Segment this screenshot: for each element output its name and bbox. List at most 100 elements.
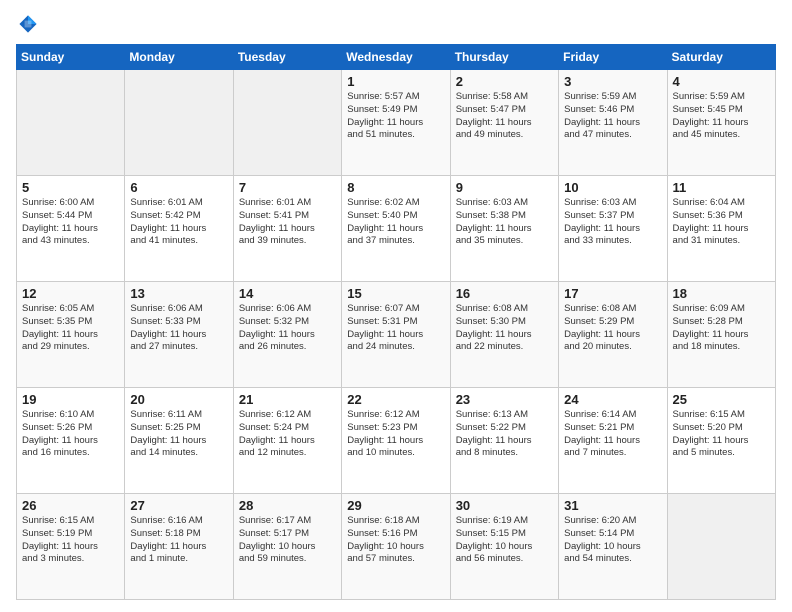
calendar-table: SundayMondayTuesdayWednesdayThursdayFrid…	[16, 44, 776, 600]
cell-info: Sunrise: 6:11 AM Sunset: 5:25 PM Dayligh…	[130, 409, 227, 460]
day-number: 7	[239, 180, 336, 195]
calendar-cell: 7 Sunrise: 6:01 AM Sunset: 5:41 PM Daylig…	[233, 176, 341, 282]
cell-info: Sunrise: 6:17 AM Sunset: 5:17 PM Dayligh…	[239, 515, 336, 566]
calendar-cell: 16Sunrise: 6:08 AM Sunset: 5:30 PM Dayli…	[450, 282, 558, 388]
day-number: 12	[22, 286, 119, 301]
calendar-cell: 19Sunrise: 6:10 AM Sunset: 5:26 PM Dayli…	[17, 388, 125, 494]
weekday-header-thursday: Thursday	[450, 45, 558, 70]
day-number: 6	[130, 180, 227, 195]
cell-info: Sunrise: 6:12 AM Sunset: 5:24 PM Dayligh…	[239, 409, 336, 460]
cell-info: Sunrise: 6:07 AM Sunset: 5:31 PM Dayligh…	[347, 303, 444, 354]
day-number: 17	[564, 286, 661, 301]
calendar-week-row: 5 Sunrise: 6:00 AM Sunset: 5:44 PM Daylig…	[17, 176, 776, 282]
day-number: 18	[673, 286, 770, 301]
cell-info: Sunrise: 6:14 AM Sunset: 5:21 PM Dayligh…	[564, 409, 661, 460]
weekday-header-wednesday: Wednesday	[342, 45, 450, 70]
cell-info: Sunrise: 6:00 AM Sunset: 5:44 PM Dayligh…	[22, 197, 119, 248]
cell-info: Sunrise: 6:12 AM Sunset: 5:23 PM Dayligh…	[347, 409, 444, 460]
day-number: 13	[130, 286, 227, 301]
calendar-cell: 6 Sunrise: 6:01 AM Sunset: 5:42 PM Daylig…	[125, 176, 233, 282]
cell-info: Sunrise: 6:08 AM Sunset: 5:29 PM Dayligh…	[564, 303, 661, 354]
cell-info: Sunrise: 5:58 AM Sunset: 5:47 PM Dayligh…	[456, 91, 553, 142]
calendar-cell: 1 Sunrise: 5:57 AM Sunset: 5:49 PM Daylig…	[342, 70, 450, 176]
calendar-cell	[667, 494, 775, 600]
cell-info: Sunrise: 6:18 AM Sunset: 5:16 PM Dayligh…	[347, 515, 444, 566]
day-number: 5	[22, 180, 119, 195]
day-number: 16	[456, 286, 553, 301]
day-number: 24	[564, 392, 661, 407]
day-number: 22	[347, 392, 444, 407]
cell-info: Sunrise: 6:06 AM Sunset: 5:33 PM Dayligh…	[130, 303, 227, 354]
calendar-cell: 5 Sunrise: 6:00 AM Sunset: 5:44 PM Daylig…	[17, 176, 125, 282]
calendar-week-row: 1 Sunrise: 5:57 AM Sunset: 5:49 PM Daylig…	[17, 70, 776, 176]
day-number: 21	[239, 392, 336, 407]
cell-info: Sunrise: 6:15 AM Sunset: 5:20 PM Dayligh…	[673, 409, 770, 460]
day-number: 10	[564, 180, 661, 195]
day-number: 25	[673, 392, 770, 407]
day-number: 3	[564, 74, 661, 89]
calendar-cell: 25 Sunrise: 6:15 AM Sunset: 5:20 PM Dayli…	[667, 388, 775, 494]
cell-info: Sunrise: 5:59 AM Sunset: 5:45 PM Dayligh…	[673, 91, 770, 142]
weekday-header-row: SundayMondayTuesdayWednesdayThursdayFrid…	[17, 45, 776, 70]
calendar-cell: 31Sunrise: 6:20 AM Sunset: 5:14 PM Dayli…	[559, 494, 667, 600]
calendar-cell: 29 Sunrise: 6:18 AM Sunset: 5:16 PM Dayli…	[342, 494, 450, 600]
day-number: 9	[456, 180, 553, 195]
day-number: 20	[130, 392, 227, 407]
day-number: 4	[673, 74, 770, 89]
calendar-week-row: 19Sunrise: 6:10 AM Sunset: 5:26 PM Dayli…	[17, 388, 776, 494]
day-number: 14	[239, 286, 336, 301]
calendar-cell: 3 Sunrise: 5:59 AM Sunset: 5:46 PM Daylig…	[559, 70, 667, 176]
calendar-cell	[17, 70, 125, 176]
day-number: 19	[22, 392, 119, 407]
weekday-header-friday: Friday	[559, 45, 667, 70]
calendar-cell: 11 Sunrise: 6:04 AM Sunset: 5:36 PM Dayli…	[667, 176, 775, 282]
calendar-cell: 30 Sunrise: 6:19 AM Sunset: 5:15 PM Dayli…	[450, 494, 558, 600]
calendar-cell: 26Sunrise: 6:15 AM Sunset: 5:19 PM Dayli…	[17, 494, 125, 600]
calendar-cell: 9 Sunrise: 6:03 AM Sunset: 5:38 PM Daylig…	[450, 176, 558, 282]
calendar-cell: 18Sunrise: 6:09 AM Sunset: 5:28 PM Dayli…	[667, 282, 775, 388]
day-number: 28	[239, 498, 336, 513]
cell-info: Sunrise: 6:03 AM Sunset: 5:38 PM Dayligh…	[456, 197, 553, 248]
calendar-cell: 15Sunrise: 6:07 AM Sunset: 5:31 PM Dayli…	[342, 282, 450, 388]
day-number: 1	[347, 74, 444, 89]
calendar-week-row: 12 Sunrise: 6:05 AM Sunset: 5:35 PM Dayli…	[17, 282, 776, 388]
calendar-cell: 24 Sunrise: 6:14 AM Sunset: 5:21 PM Dayli…	[559, 388, 667, 494]
calendar-cell: 17 Sunrise: 6:08 AM Sunset: 5:29 PM Dayli…	[559, 282, 667, 388]
logo-icon	[16, 12, 40, 36]
weekday-header-monday: Monday	[125, 45, 233, 70]
calendar-cell: 8 Sunrise: 6:02 AM Sunset: 5:40 PM Daylig…	[342, 176, 450, 282]
day-number: 29	[347, 498, 444, 513]
calendar-cell: 14 Sunrise: 6:06 AM Sunset: 5:32 PM Dayli…	[233, 282, 341, 388]
cell-info: Sunrise: 6:15 AM Sunset: 5:19 PM Dayligh…	[22, 515, 119, 566]
cell-info: Sunrise: 6:16 AM Sunset: 5:18 PM Dayligh…	[130, 515, 227, 566]
calendar-cell: 27Sunrise: 6:16 AM Sunset: 5:18 PM Dayli…	[125, 494, 233, 600]
cell-info: Sunrise: 6:02 AM Sunset: 5:40 PM Dayligh…	[347, 197, 444, 248]
calendar-cell	[125, 70, 233, 176]
weekday-header-saturday: Saturday	[667, 45, 775, 70]
calendar-week-row: 26Sunrise: 6:15 AM Sunset: 5:19 PM Dayli…	[17, 494, 776, 600]
calendar-cell: 2 Sunrise: 5:58 AM Sunset: 5:47 PM Daylig…	[450, 70, 558, 176]
weekday-header-tuesday: Tuesday	[233, 45, 341, 70]
day-number: 31	[564, 498, 661, 513]
cell-info: Sunrise: 6:06 AM Sunset: 5:32 PM Dayligh…	[239, 303, 336, 354]
cell-info: Sunrise: 6:01 AM Sunset: 5:42 PM Dayligh…	[130, 197, 227, 248]
calendar-cell: 4 Sunrise: 5:59 AM Sunset: 5:45 PM Daylig…	[667, 70, 775, 176]
logo	[16, 12, 44, 36]
day-number: 11	[673, 180, 770, 195]
cell-info: Sunrise: 5:57 AM Sunset: 5:49 PM Dayligh…	[347, 91, 444, 142]
cell-info: Sunrise: 6:05 AM Sunset: 5:35 PM Dayligh…	[22, 303, 119, 354]
calendar-cell: 10Sunrise: 6:03 AM Sunset: 5:37 PM Dayli…	[559, 176, 667, 282]
calendar-cell: 28 Sunrise: 6:17 AM Sunset: 5:17 PM Dayli…	[233, 494, 341, 600]
day-number: 30	[456, 498, 553, 513]
day-number: 8	[347, 180, 444, 195]
cell-info: Sunrise: 6:04 AM Sunset: 5:36 PM Dayligh…	[673, 197, 770, 248]
day-number: 2	[456, 74, 553, 89]
calendar-cell: 21 Sunrise: 6:12 AM Sunset: 5:24 PM Dayli…	[233, 388, 341, 494]
cell-info: Sunrise: 5:59 AM Sunset: 5:46 PM Dayligh…	[564, 91, 661, 142]
cell-info: Sunrise: 6:01 AM Sunset: 5:41 PM Dayligh…	[239, 197, 336, 248]
calendar-cell: 23Sunrise: 6:13 AM Sunset: 5:22 PM Dayli…	[450, 388, 558, 494]
calendar-cell: 12 Sunrise: 6:05 AM Sunset: 5:35 PM Dayli…	[17, 282, 125, 388]
calendar-cell: 20 Sunrise: 6:11 AM Sunset: 5:25 PM Dayli…	[125, 388, 233, 494]
cell-info: Sunrise: 6:19 AM Sunset: 5:15 PM Dayligh…	[456, 515, 553, 566]
page: SundayMondayTuesdayWednesdayThursdayFrid…	[0, 0, 792, 612]
